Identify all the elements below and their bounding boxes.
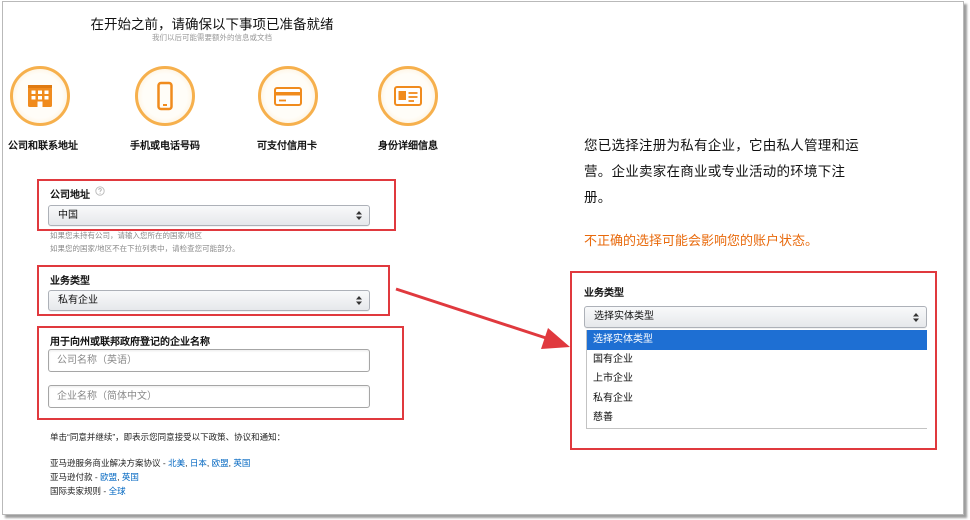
- agreement-text: 单击“同意并继续”，即表示您同意接受以下政策、协议和通知：: [50, 432, 286, 442]
- policy-link-eu[interactable]: 欧盟: [212, 458, 229, 468]
- requirement-credit-card-label: 可支付信用卡: [257, 141, 317, 152]
- company-address-label: 公司地址: [50, 190, 90, 201]
- business-type-value: 私有企业: [58, 295, 98, 306]
- page-title: 在开始之前，请确保以下事项已准备就绪: [90, 17, 334, 32]
- requirement-address-label: 公司和联系地址: [8, 141, 78, 152]
- requirement-address: [10, 66, 70, 126]
- entity-type-value: 选择实体类型: [594, 311, 654, 322]
- company-name-chinese-input[interactable]: [48, 385, 370, 408]
- dropdown-option-select-entity[interactable]: 选择实体类型: [587, 330, 927, 350]
- business-type-warning: 不正确的选择可能会影响您的账户状态。: [584, 233, 819, 248]
- policy-link-eu[interactable]: 欧盟: [100, 472, 117, 482]
- name-separator: -: [92, 472, 101, 482]
- policy-name: 亚马逊服务商业解决方案协议: [50, 458, 161, 468]
- policy-name: 国际卖家规则: [50, 486, 102, 496]
- policy-link-global[interactable]: 全球: [109, 486, 126, 496]
- name-separator: -: [160, 458, 169, 468]
- entity-type-select[interactable]: 选择实体类型: [584, 306, 927, 328]
- dropdown-option-charity[interactable]: 慈善: [587, 408, 927, 428]
- policy-line-business-solutions: 亚马逊服务商业解决方案协议 - 北美, 日本, 欧盟, 英国: [50, 457, 250, 469]
- entity-type-dropdown-list: 选择实体类型 国有企业 上市企业 私有企业 慈善: [586, 330, 927, 429]
- policy-line-international-seller: 国际卖家规则 - 全球: [50, 485, 126, 497]
- requirement-credit-card: [258, 66, 318, 126]
- entity-type-label: 业务类型: [584, 288, 624, 299]
- name-separator: -: [101, 486, 109, 496]
- select-arrows-icon: [356, 296, 362, 305]
- company-address-help-line: 如果您的国家/地区不在下拉列表中，请检查您可能部分。: [50, 244, 240, 253]
- dropdown-option-public-company[interactable]: 上市企业: [587, 369, 927, 389]
- building-icon: [28, 85, 52, 107]
- company-address-help-line: 如果您未持有公司，请输入您所在的国家/地区: [50, 231, 203, 240]
- company-name-english-input[interactable]: [48, 349, 370, 372]
- business-type-select[interactable]: 私有企业: [48, 290, 370, 311]
- requirement-phone: [135, 66, 195, 126]
- company-address-select[interactable]: 中国: [48, 205, 370, 226]
- requirement-phone-label: 手机或电话号码: [130, 141, 200, 152]
- policy-name: 亚马逊付款: [50, 472, 93, 482]
- policy-link-uk[interactable]: 英国: [122, 472, 139, 482]
- id-card-icon: [394, 86, 422, 106]
- mobile-phone-icon: [157, 81, 173, 111]
- business-type-label: 业务类型: [50, 276, 90, 287]
- dropdown-option-state-owned[interactable]: 国有企业: [587, 350, 927, 370]
- dropdown-option-private-company[interactable]: 私有企业: [587, 389, 927, 409]
- page-subtitle: 我们以后可能需要额外的信息或文档: [152, 33, 272, 42]
- policy-line-payments: 亚马逊付款 - 欧盟, 英国: [50, 471, 139, 483]
- policy-link-uk[interactable]: 英国: [233, 458, 250, 468]
- company-address-value: 中国: [58, 210, 78, 221]
- requirement-identity-label: 身份详细信息: [378, 141, 438, 152]
- credit-card-icon: [274, 87, 302, 106]
- business-name-label: 用于向州或联邦政府登记的企业名称: [50, 337, 210, 348]
- policy-link-japan[interactable]: 日本: [190, 458, 207, 468]
- business-type-description: 您已选择注册为私有企业，它由私人管理和运营。企业卖家在商业或专业活动的环境下注册…: [584, 138, 859, 205]
- help-circle-icon[interactable]: [95, 186, 105, 196]
- policy-link-north-america[interactable]: 北美: [168, 458, 185, 468]
- select-arrows-icon: [356, 211, 362, 220]
- requirement-identity: [378, 66, 438, 126]
- select-arrows-icon: [913, 313, 919, 322]
